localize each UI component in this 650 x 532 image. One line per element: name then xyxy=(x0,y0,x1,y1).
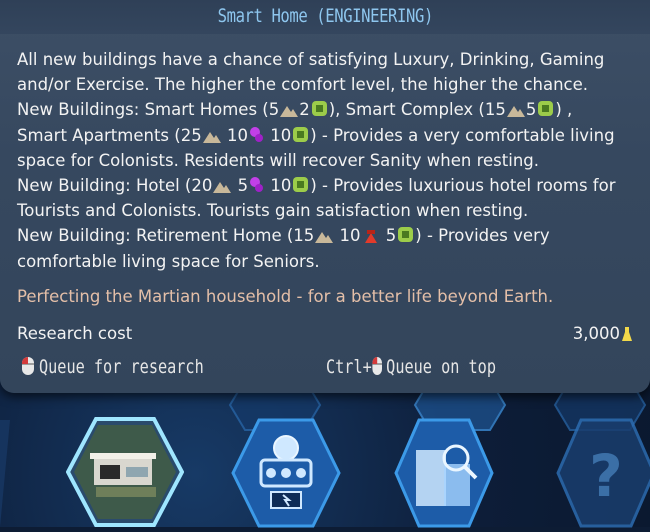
concrete-icon xyxy=(280,106,299,118)
tech-tooltip: Smart Home (ENGINEERING) All new buildin… xyxy=(0,0,650,393)
concrete-icon xyxy=(213,182,232,194)
concrete-icon xyxy=(202,131,221,143)
desc-smart-apartments: Smart Apartments (25 10 10) - Provides a… xyxy=(17,125,615,145)
desc-hotel: New Building: Hotel (20 5 10) - Provides… xyxy=(17,176,616,196)
flavor-text: Perfecting the Martian household - for a… xyxy=(17,287,554,306)
electronics-icon xyxy=(293,126,309,142)
electronics-icon xyxy=(293,177,309,193)
desc-smart-homes: New Buildings: Smart Homes (5 2), Smart C… xyxy=(17,100,573,120)
ctrl-label: Ctrl+ xyxy=(325,356,372,378)
tech-tile-unknown[interactable]: ? xyxy=(556,418,650,532)
queue-research-hint[interactable]: Queue for research xyxy=(21,353,245,381)
tech-tile-smart-home[interactable] xyxy=(65,417,185,531)
queue-top-hint[interactable]: Ctrl+ Queue on top xyxy=(326,353,538,381)
city-icon xyxy=(394,418,494,528)
desc-retirement: New Building: Retirement Home (15 10 5) … xyxy=(17,226,550,246)
mouse-icon xyxy=(372,357,382,375)
mouse-icon xyxy=(22,357,34,375)
robot-icon xyxy=(231,418,341,528)
concrete-icon xyxy=(506,106,525,118)
concrete-icon xyxy=(315,232,334,244)
smart-home-icon xyxy=(65,417,185,527)
queue-top-label: Queue on top xyxy=(385,356,496,378)
desc-hotel-cont: Tourists and Colonists. Tourists gain sa… xyxy=(17,201,529,221)
question-mark-icon: ? xyxy=(556,418,650,528)
polymers-icon xyxy=(250,177,264,193)
polymers-icon xyxy=(249,126,263,142)
desc-apartments-cont: space for Colonists. Residents will reco… xyxy=(17,150,540,170)
tech-tile-robotics[interactable] xyxy=(231,418,341,532)
electronics-icon xyxy=(398,227,414,243)
queue-research-label: Queue for research xyxy=(39,356,204,378)
desc-line-2: and/or Exercise. The higher the comfort … xyxy=(17,75,589,95)
electronics-icon xyxy=(538,101,554,117)
research-cost-row: Research cost 3,000 xyxy=(17,322,634,346)
electronics-icon xyxy=(311,101,327,117)
tech-tile-city[interactable] xyxy=(394,418,494,532)
metals-icon xyxy=(364,230,377,244)
desc-retirement-cont: comfortable living space for Seniors. xyxy=(17,251,320,271)
tooltip-description: All new buildings have a chance of satis… xyxy=(17,47,642,274)
research-cost-value: 3,000 xyxy=(573,322,634,346)
desc-line-1: All new buildings have a chance of satis… xyxy=(17,50,605,69)
svg-text:?: ? xyxy=(589,442,623,510)
tooltip-title: Smart Home (ENGINEERING) xyxy=(217,5,433,27)
action-hints: Queue for research Ctrl+ Queue on top xyxy=(17,353,634,381)
tooltip-title-bar: Smart Home (ENGINEERING) xyxy=(0,0,650,34)
research-flask-icon xyxy=(622,327,632,341)
research-cost-label: Research cost xyxy=(17,324,133,343)
